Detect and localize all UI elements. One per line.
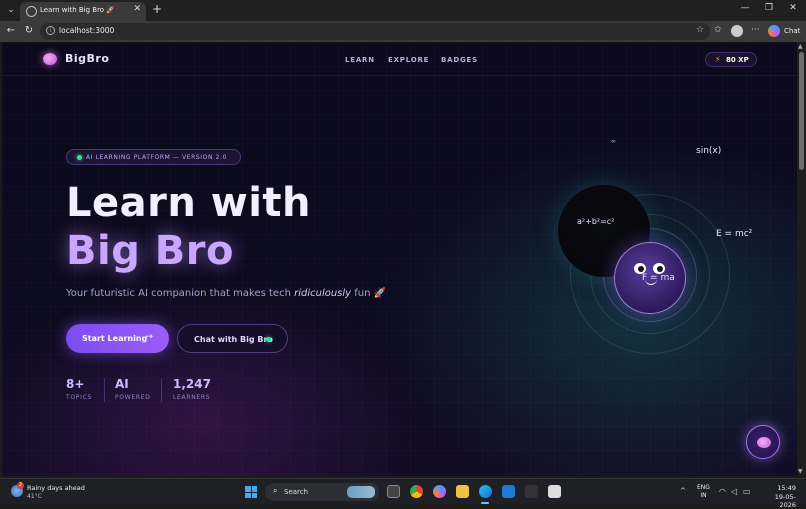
more-menu-icon[interactable]: ···: [751, 25, 760, 35]
copilot-app-icon[interactable]: [433, 485, 446, 498]
file-explorer-icon[interactable]: [456, 485, 469, 498]
site-logo[interactable]: BigBro: [65, 52, 109, 65]
formula-force: F = ma: [642, 273, 675, 283]
xp-value: 80 XP: [726, 56, 749, 64]
edge-icon[interactable]: [479, 485, 492, 498]
nav-badges[interactable]: BADGES: [441, 56, 478, 64]
stat-divider: [161, 378, 162, 402]
chat-label: Chat: [784, 27, 801, 35]
platform-badge-text: AI LEARNING PLATFORM — VERSION 2.0: [86, 154, 227, 161]
brain-logo-icon[interactable]: [43, 53, 57, 65]
hero-title-line2: Big Bro: [66, 228, 234, 274]
maximize-button[interactable]: ❐: [760, 3, 778, 13]
weather-title[interactable]: Rainy days ahead: [27, 484, 85, 492]
chrome-icon[interactable]: [410, 485, 423, 498]
infinity-symbol: ∞: [611, 138, 616, 145]
scroll-down-icon[interactable]: ▼: [798, 468, 803, 475]
url-text[interactable]: localhost:3000: [59, 26, 114, 35]
windows-start-icon[interactable]: [245, 486, 257, 498]
nav-learn[interactable]: LEARN: [345, 56, 375, 64]
search-icon: ⌕: [273, 486, 278, 495]
browser-tab-bar: ⌄ Learn with Big Bro 🚀 ✕ + — ❐ ✕: [0, 0, 806, 21]
stat-learners-value: 1,247: [173, 377, 211, 391]
tab-list-menu-icon[interactable]: ⌄: [4, 3, 18, 17]
pupil: [638, 266, 644, 272]
vscode-icon[interactable]: [502, 485, 515, 498]
bolt-icon: ⚡: [715, 55, 721, 64]
stat-learners-label: LEARNERS: [173, 394, 211, 401]
scroll-up-icon[interactable]: ▲: [798, 43, 803, 50]
info-icon[interactable]: i: [46, 26, 55, 35]
stat-ai-label: POWERED: [115, 394, 151, 401]
arrow-right-icon: →: [145, 332, 153, 342]
profile-avatar[interactable]: [731, 25, 743, 37]
show-hidden-icons-icon[interactable]: ^: [680, 487, 686, 495]
tab-close-icon[interactable]: ✕: [133, 4, 141, 14]
browser-toolbar: ← ↻ i localhost:3000 ☆ ✩ ··· Chat: [0, 21, 806, 42]
page-scrollbar[interactable]: ▲ ▼: [797, 42, 806, 476]
pupil: [657, 266, 663, 272]
stat-divider: [104, 378, 105, 402]
lang-code: ENG: [697, 484, 710, 491]
address-bar[interactable]: i localhost:3000 ☆: [40, 23, 710, 40]
volume-icon[interactable]: ◁: [731, 487, 737, 496]
stat-topics-value: 8+: [66, 377, 85, 391]
reload-button[interactable]: ↻: [22, 25, 36, 36]
brain-icon: [757, 437, 771, 448]
platform-badge: AI LEARNING PLATFORM — VERSION 2.0: [66, 149, 241, 165]
browser-tab[interactable]: Learn with Big Bro 🚀 ✕: [20, 2, 146, 21]
tab-title: Learn with Big Bro 🚀: [40, 6, 116, 14]
weather-alert-badge: 2: [17, 482, 24, 489]
online-dot: [266, 337, 271, 342]
taskbar-search[interactable]: ⌕ Search: [265, 483, 379, 501]
taskbar: 2 Rainy days ahead 41°C ⌕ Search ^ ENG I…: [0, 478, 806, 509]
stat-topics-label: TOPICS: [66, 394, 92, 401]
nav-explore[interactable]: EXPLORE: [388, 56, 429, 64]
hero-subtitle: Your futuristic AI companion that makes …: [66, 288, 386, 299]
search-label: Search: [284, 488, 309, 496]
snipping-tool-icon[interactable]: [548, 485, 561, 498]
wifi-icon[interactable]: ◠: [719, 487, 726, 496]
close-window-button[interactable]: ✕: [784, 3, 802, 13]
copilot-icon: [768, 25, 780, 37]
scroll-thumb[interactable]: [799, 52, 804, 170]
start-learning-label: Start Learning: [82, 334, 148, 343]
star-icon[interactable]: ☆: [696, 25, 704, 35]
chat-with-big-bro-label: Chat with Big Bro: [194, 335, 273, 344]
battery-icon[interactable]: ▭: [743, 487, 751, 496]
stat-ai-value: AI: [115, 377, 129, 391]
start-learning-button[interactable]: Start Learning →: [66, 324, 169, 353]
formula-sin: sin(x): [696, 146, 722, 156]
minimize-button[interactable]: —: [736, 3, 754, 13]
favorites-icon[interactable]: ✩: [714, 25, 722, 35]
subtitle-text: Your futuristic AI companion that makes …: [66, 288, 295, 299]
globe-icon: [26, 6, 37, 17]
formula-energy: E = mc²: [716, 229, 753, 239]
lang-region: IN: [700, 492, 707, 499]
clock-time[interactable]: 15:49: [764, 484, 796, 492]
xp-badge[interactable]: ⚡ 80 XP: [705, 52, 757, 67]
task-view-icon[interactable]: [387, 485, 400, 498]
clock-date[interactable]: 19-05-2026: [764, 493, 796, 509]
subtitle-text-end: fun 🚀: [351, 288, 387, 299]
back-button[interactable]: ←: [4, 25, 18, 36]
terminal-icon[interactable]: [525, 485, 538, 498]
hero-title-line1: Learn with: [66, 180, 311, 226]
formula-pythagoras: a²+b²=c²: [577, 217, 615, 226]
chat-with-big-bro-button[interactable]: Chat with Big Bro: [177, 324, 288, 353]
status-dot: [77, 155, 82, 160]
chat-fab-button[interactable]: [746, 425, 780, 459]
page-viewport: BigBro LEARN EXPLORE BADGES ⚡ 80 XP AI L…: [2, 42, 797, 476]
language-indicator[interactable]: ENG IN: [697, 484, 710, 500]
site-header: BigBro LEARN EXPLORE BADGES ⚡ 80 XP: [2, 42, 797, 76]
new-tab-button[interactable]: +: [152, 2, 162, 16]
subtitle-emphasis: ridiculously: [294, 288, 352, 299]
search-highlight-image: [347, 486, 375, 498]
weather-temp: 41°C: [27, 493, 42, 500]
